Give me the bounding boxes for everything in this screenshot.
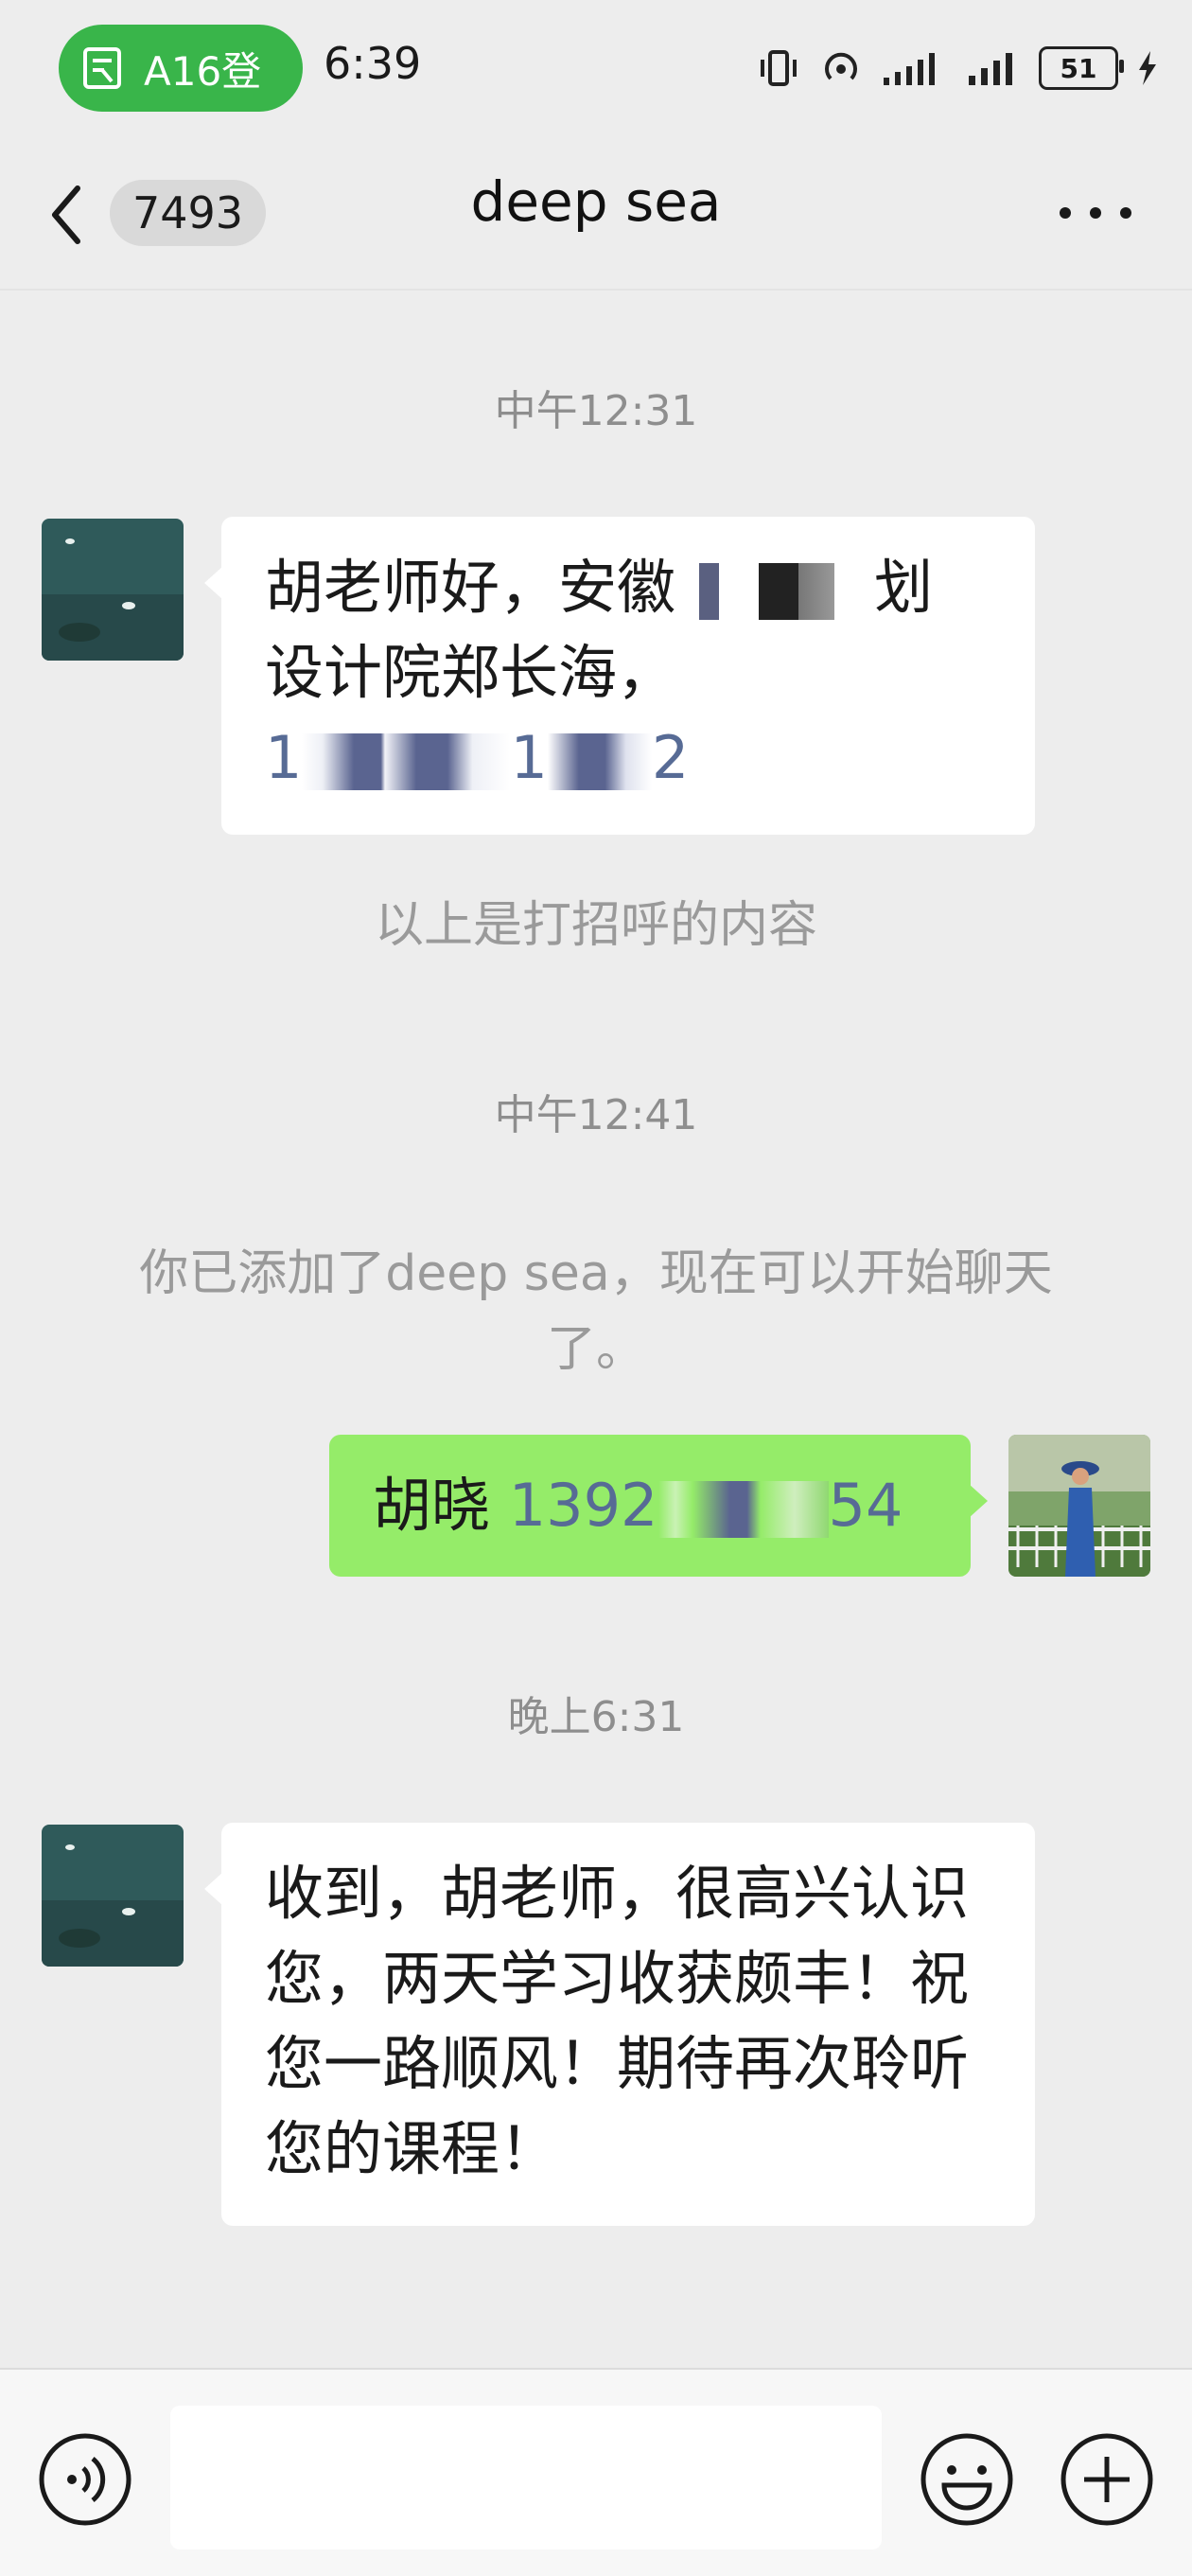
phone-fragment: 1392 bbox=[508, 1471, 658, 1540]
message-input[interactable] bbox=[170, 2406, 882, 2550]
redacted-blur bbox=[657, 1480, 829, 1538]
phone-fragment: 1 bbox=[265, 723, 303, 792]
vibrate-icon bbox=[761, 50, 797, 86]
redacted-blur bbox=[675, 562, 875, 620]
message-line: 1 1 2 bbox=[265, 715, 991, 801]
message-timestamp: 中午12:41 bbox=[494, 1091, 698, 1139]
message-text: 划 bbox=[874, 553, 934, 622]
emoji-icon[interactable] bbox=[920, 2432, 1014, 2527]
hotspot-icon bbox=[825, 52, 857, 80]
notification-label: A16登 bbox=[144, 47, 262, 95]
chat-header: 7493 deep sea bbox=[0, 137, 1192, 291]
redacted-blur bbox=[302, 732, 511, 790]
redacted-blur bbox=[547, 732, 652, 790]
notification-pill[interactable]: A16登 bbox=[59, 25, 303, 112]
signal-icon bbox=[884, 53, 935, 85]
system-message: 你已添加了deep sea，现在可以开始聊天了。 bbox=[139, 1245, 1053, 1378]
status-bar: A16登 6:39 51 bbox=[0, 0, 1192, 137]
more-icon[interactable] bbox=[1056, 196, 1135, 230]
signal-icon bbox=[969, 53, 1012, 85]
received-message[interactable]: 胡老师好，安徽 划 设计院郑长海， 1 1 2 bbox=[204, 517, 1035, 835]
message-text: 胡老师好，安徽 bbox=[265, 553, 676, 622]
plus-icon[interactable] bbox=[1060, 2432, 1154, 2527]
phone-fragment: 54 bbox=[828, 1471, 903, 1540]
system-message: 以上是打招呼的内容 bbox=[374, 897, 817, 954]
battery-icon: 51 bbox=[1039, 46, 1124, 90]
message-text: 设计院郑长海， bbox=[265, 638, 676, 707]
my-avatar[interactable] bbox=[1008, 1435, 1150, 1577]
message-timestamp: 中午12:31 bbox=[494, 387, 698, 435]
message-text: 收到，胡老师，很高兴认识您，两天学习收获颇丰！祝您一路顺风！期待再次聆听您的课程… bbox=[265, 1859, 970, 2183]
status-time: 6:39 bbox=[324, 38, 422, 89]
contact-avatar[interactable] bbox=[42, 1825, 184, 1967]
message-timestamp: 晚上6:31 bbox=[507, 1693, 685, 1741]
charging-icon bbox=[1139, 51, 1156, 85]
voice-icon[interactable] bbox=[38, 2432, 132, 2527]
sent-message[interactable]: 胡晓 1392 54 bbox=[329, 1435, 988, 1577]
chat-title: deep sea bbox=[470, 169, 722, 234]
message-line: 胡老师好，安徽 划 bbox=[265, 545, 991, 630]
message-text: 胡晓 bbox=[373, 1471, 509, 1540]
status-icons: 51 bbox=[757, 44, 1158, 93]
input-bar bbox=[0, 2368, 1192, 2576]
notification-icon bbox=[83, 47, 121, 89]
phone-fragment: 2 bbox=[651, 723, 690, 792]
contact-avatar[interactable] bbox=[42, 519, 184, 661]
received-message[interactable]: 收到，胡老师，很高兴认识您，两天学习收获颇丰！祝您一路顺风！期待再次聆听您的课程… bbox=[204, 1823, 1035, 2226]
phone-fragment: 1 bbox=[510, 723, 548, 792]
